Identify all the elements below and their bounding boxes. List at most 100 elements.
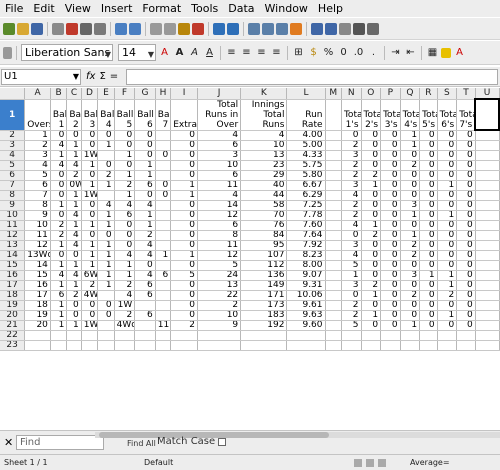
align-left-icon[interactable]: ≡: [225, 47, 238, 58]
grid-cell[interactable]: 5: [24, 170, 51, 181]
grid-cell[interactable]: 136: [240, 270, 288, 281]
grid-cell[interactable]: 1: [97, 210, 115, 221]
grid-cell[interactable]: [475, 280, 500, 291]
header-cell[interactable]: Total 2's: [361, 99, 382, 131]
grid-cell[interactable]: 0: [134, 190, 156, 201]
grid-cell[interactable]: 0: [380, 150, 401, 161]
row-header[interactable]: 19: [0, 300, 26, 311]
grid-cell[interactable]: 6: [134, 310, 156, 321]
align-center-icon[interactable]: ≡: [240, 47, 253, 58]
grid-cell[interactable]: [325, 180, 342, 191]
grid-cell[interactable]: 1: [134, 170, 156, 181]
grid-cell[interactable]: 0: [380, 280, 401, 291]
grid-cell[interactable]: [475, 150, 500, 161]
grid-cell[interactable]: [170, 340, 198, 351]
grid-cell[interactable]: 6: [197, 220, 242, 231]
header-cell[interactable]: Total 7's: [456, 99, 476, 131]
grid-cell[interactable]: 0: [380, 210, 401, 221]
row-header[interactable]: 1: [0, 99, 26, 131]
grid-cell[interactable]: [155, 200, 172, 211]
header-cell[interactable]: Total Runs in Over: [197, 99, 242, 131]
grid-cell[interactable]: 5.75: [286, 160, 326, 171]
grid-cell[interactable]: 1: [97, 180, 115, 191]
function-icon[interactable]: =: [110, 71, 118, 82]
grid-cell[interactable]: [400, 340, 421, 351]
grid-cell[interactable]: 1: [361, 180, 382, 191]
grid-cell[interactable]: 2: [134, 230, 156, 241]
grid-cell[interactable]: 7.64: [286, 230, 326, 241]
grid-cell[interactable]: 0: [114, 230, 136, 241]
grid-cell[interactable]: 1: [114, 150, 136, 161]
grid-cell[interactable]: 1: [400, 140, 421, 151]
number-format-icon[interactable]: 0: [337, 47, 350, 58]
view-normal-icon[interactable]: [354, 458, 362, 467]
special-character-icon[interactable]: [339, 22, 351, 35]
grid-cell[interactable]: 0: [419, 130, 438, 141]
sum-icon[interactable]: Σ: [99, 71, 105, 82]
grid-cell[interactable]: 0: [114, 220, 136, 231]
grid-cell[interactable]: 1: [400, 130, 421, 141]
grid-cell[interactable]: 12: [197, 250, 242, 261]
grid-cell[interactable]: 1: [437, 210, 458, 221]
row-header[interactable]: 21: [0, 320, 26, 331]
grid-cell[interactable]: 0Wd: [66, 180, 82, 191]
grid-cell[interactable]: [155, 210, 172, 221]
grid-cell[interactable]: 1: [66, 220, 82, 231]
grid-cell[interactable]: [197, 330, 242, 341]
grid-cell[interactable]: 76: [240, 220, 288, 231]
grid-cell[interactable]: [475, 220, 500, 231]
grid-cell[interactable]: [97, 190, 115, 201]
grid-cell[interactable]: 9.61: [286, 300, 326, 311]
grid-cell[interactable]: [475, 300, 500, 311]
grid-cell[interactable]: 0: [456, 320, 476, 331]
grid-cell[interactable]: [240, 330, 288, 341]
view-page-break-icon[interactable]: [366, 458, 374, 467]
header-cell[interactable]: Ball 4: [97, 99, 115, 131]
grid-cell[interactable]: 2: [114, 310, 136, 321]
grid-cell[interactable]: 5.80: [286, 170, 326, 181]
column-header[interactable]: P: [380, 88, 401, 100]
row-header[interactable]: 14: [0, 250, 26, 261]
new-icon[interactable]: [3, 22, 15, 35]
grid-cell[interactable]: 4: [197, 190, 242, 201]
column-header[interactable]: O: [361, 88, 382, 100]
delete-decimal-icon[interactable]: .: [367, 47, 380, 58]
grid-cell[interactable]: 5: [197, 260, 242, 271]
grid-cell[interactable]: 4: [114, 200, 136, 211]
grid-cell[interactable]: 0: [380, 170, 401, 181]
grid-cell[interactable]: 0: [97, 230, 115, 241]
column-header[interactable]: R: [419, 88, 438, 100]
grid-cell[interactable]: 0: [437, 170, 458, 181]
italic-icon[interactable]: A: [188, 47, 201, 58]
grid-cell[interactable]: 22: [197, 290, 242, 301]
grid-cell[interactable]: 0: [419, 160, 438, 171]
header-cell[interactable]: Ball 7: [155, 99, 172, 131]
grid-cell[interactable]: 0: [361, 140, 382, 151]
grid-cell[interactable]: 1: [97, 260, 115, 271]
grid-cell[interactable]: 1W: [81, 320, 99, 331]
grid-cell[interactable]: 0: [419, 300, 438, 311]
grid-cell[interactable]: [50, 340, 68, 351]
grid-cell[interactable]: 1: [81, 180, 99, 191]
grid-cell[interactable]: 0: [437, 140, 458, 151]
grid-cell[interactable]: 20: [24, 320, 51, 331]
grid-cell[interactable]: [325, 320, 342, 331]
row-header[interactable]: 18: [0, 290, 26, 301]
grid-cell[interactable]: 3: [341, 180, 362, 191]
grid-cell[interactable]: [286, 330, 326, 341]
match-case-checkbox[interactable]: [218, 437, 227, 446]
grid-cell[interactable]: 0: [456, 260, 476, 271]
grid-cell[interactable]: 1: [50, 240, 68, 251]
grid-cell[interactable]: 4: [341, 250, 362, 261]
grid-cell[interactable]: 0: [437, 250, 458, 261]
grid-cell[interactable]: 0: [50, 130, 68, 141]
grid-cell[interactable]: 0: [114, 130, 136, 141]
header-cell[interactable]: Overs: [24, 99, 51, 131]
row-header[interactable]: 9: [0, 200, 26, 211]
grid-cell[interactable]: 1: [170, 250, 198, 261]
grid-cell[interactable]: 11B: [155, 320, 172, 331]
grid-cell[interactable]: 1: [341, 270, 362, 281]
grid-cell[interactable]: [400, 330, 421, 341]
grid-cell[interactable]: 1: [170, 190, 198, 201]
help-icon[interactable]: [367, 22, 379, 35]
